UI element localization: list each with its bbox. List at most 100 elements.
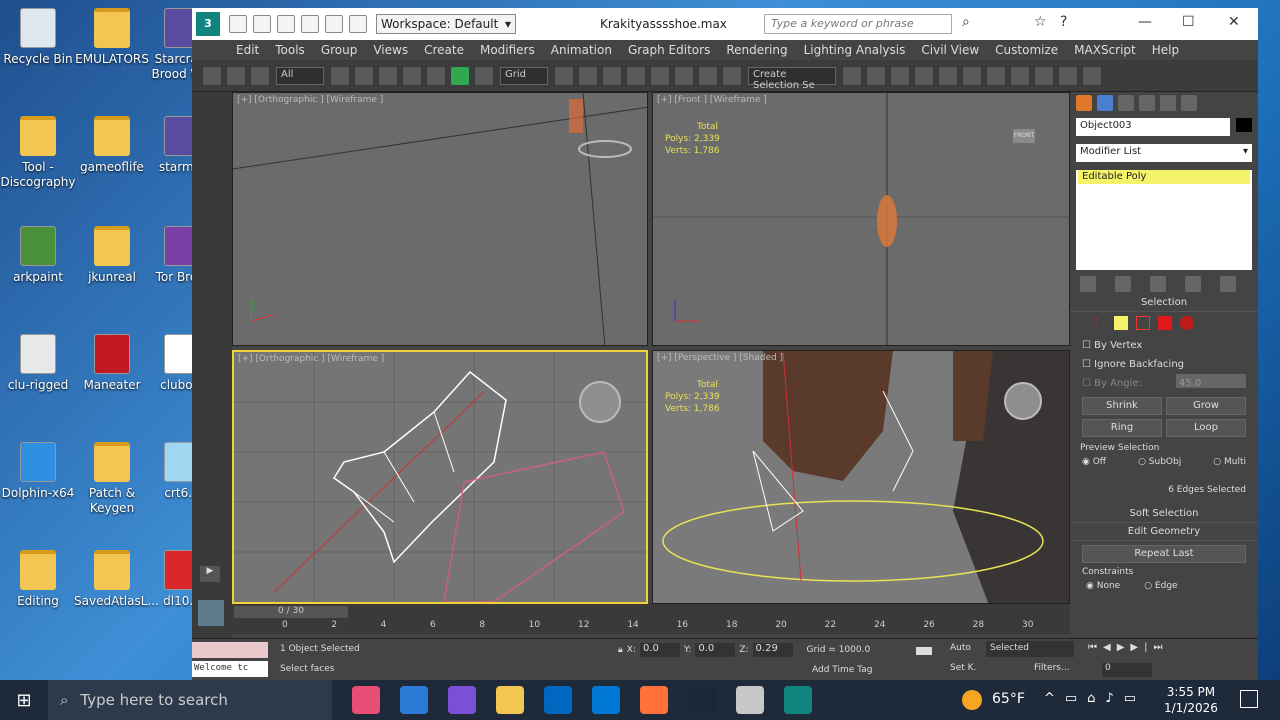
taskbar-app-icon[interactable] xyxy=(496,686,524,714)
vertex-level-icon[interactable]: ·: xyxy=(1092,316,1106,330)
object-name-field[interactable]: Object003 xyxy=(1076,118,1230,136)
move-icon[interactable] xyxy=(427,66,445,85)
align-icon[interactable] xyxy=(867,66,885,85)
taskbar-app-icon[interactable] xyxy=(592,686,620,714)
pivot-icon[interactable] xyxy=(555,66,573,85)
notification-icon[interactable] xyxy=(1240,690,1258,708)
current-frame-field[interactable]: 0 xyxy=(1102,663,1152,677)
search-input[interactable]: Type a keyword or phrase xyxy=(764,14,952,34)
layer-explorer-icon[interactable] xyxy=(891,66,909,85)
shrink-button[interactable]: Shrink xyxy=(1082,397,1162,415)
viewport-label[interactable]: [+] [Front ] [Wireframe ] xyxy=(657,95,767,105)
desktop-icon[interactable]: SavedAtlasL... xyxy=(74,550,159,609)
desktop-icon[interactable]: Editing xyxy=(0,550,76,609)
show-end-result-icon[interactable] xyxy=(1115,276,1131,292)
loop-button[interactable]: Loop xyxy=(1166,419,1246,437)
weather-temp[interactable]: 65°F xyxy=(992,691,1025,707)
weather-icon[interactable] xyxy=(962,690,982,710)
motion-tab-icon[interactable] xyxy=(1139,95,1155,111)
material-editor-icon[interactable] xyxy=(987,66,1005,85)
taskbar-app-icon[interactable] xyxy=(784,686,812,714)
x-field[interactable]: 0.0 xyxy=(640,643,680,657)
object-color-swatch[interactable] xyxy=(1236,118,1252,132)
ignore-backfacing-checkbox[interactable]: ☐ Ignore Backfacing xyxy=(1082,355,1246,374)
project-icon[interactable] xyxy=(349,15,367,33)
edge-level-icon[interactable] xyxy=(1114,316,1128,330)
desktop-icon[interactable]: gameoflife xyxy=(74,116,150,175)
workspace-dropdown[interactable]: Workspace: Default ▾ xyxy=(376,14,516,34)
lock-icon[interactable]: 🔒︎ xyxy=(618,645,623,655)
by-angle-spinner[interactable]: 45.0 xyxy=(1176,374,1246,389)
angle-snap-icon[interactable] xyxy=(651,66,669,85)
menu-item[interactable]: MAXScript xyxy=(1074,43,1136,57)
binoculars-icon[interactable]: ⌕ xyxy=(962,14,970,30)
taskbar-app-icon[interactable] xyxy=(400,686,428,714)
y-field[interactable]: 0.0 xyxy=(695,643,736,657)
snap-toggle-icon[interactable] xyxy=(627,66,645,85)
viewport-label[interactable]: [+] [Orthographic ] [Wireframe ] xyxy=(237,95,383,105)
desktop-icon[interactable]: arkpaint xyxy=(0,226,76,285)
viewcube[interactable]: FRONT xyxy=(1013,129,1035,143)
stack-item-editable-poly[interactable]: Editable Poly xyxy=(1078,170,1250,184)
modify-tab-icon[interactable] xyxy=(1097,95,1113,111)
desktop-icon[interactable]: jkunreal xyxy=(74,226,150,285)
viewport-layout-icon[interactable] xyxy=(198,600,224,626)
help-icon[interactable]: ? xyxy=(1060,14,1067,30)
clock[interactable]: 3:55 PM 1/1/2026 xyxy=(1164,684,1218,716)
time-slider[interactable]: 0 / 30 xyxy=(234,606,348,618)
selection-rollout-title[interactable]: Selection xyxy=(1070,294,1258,312)
render-online-icon[interactable] xyxy=(1083,66,1101,85)
taskbar-app-icon[interactable] xyxy=(448,686,476,714)
unlink-icon[interactable] xyxy=(227,66,245,85)
menu-item[interactable]: Tools xyxy=(275,43,305,57)
mirror-icon[interactable] xyxy=(843,66,861,85)
menu-item[interactable]: Edit xyxy=(236,43,259,57)
desktop-icon[interactable]: Maneater xyxy=(74,334,150,393)
curve-editor-icon[interactable] xyxy=(939,66,957,85)
desktop-icon[interactable]: EMULATORS xyxy=(74,8,150,67)
desktop-icon[interactable]: Recycle Bin xyxy=(0,8,76,67)
preview-off-radio[interactable]: ◉ Off xyxy=(1082,457,1106,467)
key-icon[interactable] xyxy=(916,647,932,655)
select-manipulate-icon[interactable] xyxy=(579,66,597,85)
render-setup-icon[interactable] xyxy=(1011,66,1029,85)
spinner-snap-icon[interactable] xyxy=(699,66,717,85)
viewport-active-ortho[interactable]: [+] [Orthographic ] [Wireframe ] xyxy=(232,350,648,604)
maximize-button[interactable]: ☐ xyxy=(1182,14,1195,30)
constraint-edge-radio[interactable]: ○ Edge xyxy=(1144,581,1177,591)
menu-item[interactable]: Graph Editors xyxy=(628,43,710,57)
z-field[interactable]: 0.29 xyxy=(752,643,793,657)
ring-button[interactable]: Ring xyxy=(1082,419,1162,437)
display-tab-icon[interactable] xyxy=(1160,95,1176,111)
taskbar-app-icon[interactable] xyxy=(640,686,668,714)
taskbar-search[interactable]: ⌕ Type here to search xyxy=(48,680,332,720)
viewport-label[interactable]: [+] [Orthographic ] [Wireframe ] xyxy=(238,354,384,364)
grow-button[interactable]: Grow xyxy=(1166,397,1246,415)
configure-sets-icon[interactable] xyxy=(1220,276,1236,292)
menu-item[interactable]: Lighting Analysis xyxy=(804,43,906,57)
constraint-none-radio[interactable]: ◉ None xyxy=(1086,581,1120,591)
make-unique-icon[interactable] xyxy=(1150,276,1166,292)
element-level-icon[interactable] xyxy=(1180,316,1194,330)
viewport-label[interactable]: [+] [Perspective ] [Shaded ] xyxy=(657,353,783,363)
preview-subobj-radio[interactable]: ○ SubObj xyxy=(1138,457,1181,467)
window-crossing-icon[interactable] xyxy=(403,66,421,85)
play-icon[interactable]: ▶ xyxy=(200,566,220,582)
rect-selection-icon[interactable] xyxy=(379,66,397,85)
key-filter-dropdown[interactable]: Selected xyxy=(986,641,1074,657)
windows-start-icon[interactable]: ⊞ xyxy=(0,690,48,711)
open-file-icon[interactable] xyxy=(253,15,271,33)
desktop-icon[interactable]: Patch & Keygen xyxy=(74,442,150,516)
keyboard-shortcut-icon[interactable] xyxy=(603,66,621,85)
bind-spacewarp-icon[interactable] xyxy=(251,66,269,85)
desktop-icon[interactable]: Dolphin-x64 xyxy=(0,442,76,501)
new-file-icon[interactable] xyxy=(229,15,247,33)
menu-item[interactable]: Create xyxy=(424,43,464,57)
render-icon[interactable] xyxy=(1059,66,1077,85)
menu-item[interactable]: Rendering xyxy=(726,43,787,57)
undo-icon[interactable] xyxy=(301,15,319,33)
by-vertex-checkbox[interactable]: ☐ By Vertex xyxy=(1082,336,1246,355)
pin-stack-icon[interactable] xyxy=(1080,276,1096,292)
modifier-list-dropdown[interactable]: Modifier List ▾ xyxy=(1076,144,1252,162)
menu-item[interactable]: Civil View xyxy=(921,43,979,57)
